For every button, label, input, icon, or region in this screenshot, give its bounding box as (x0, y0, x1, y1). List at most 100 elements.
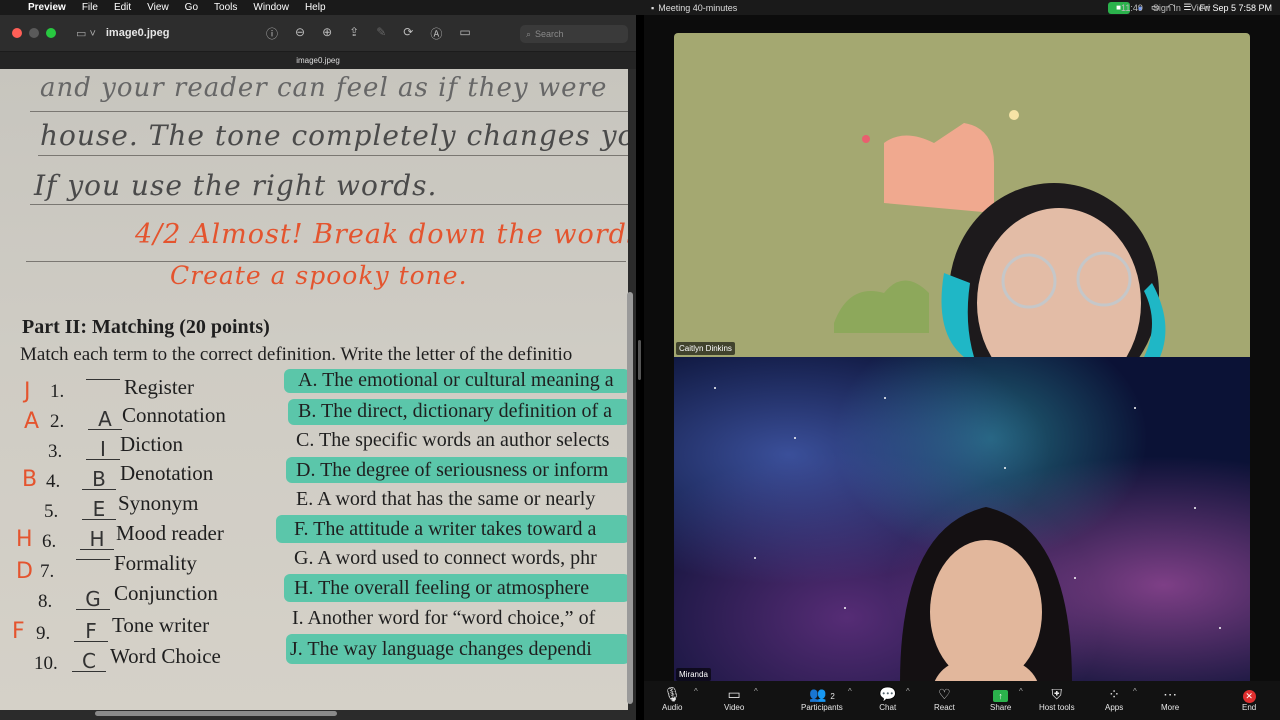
definition-c: C. The specific words an author selects (296, 429, 610, 451)
zoom-out-icon[interactable]: ⊖ (295, 25, 305, 42)
share-icon[interactable]: ⇪ (349, 25, 359, 42)
term-number-9: 9. (36, 623, 51, 644)
menu-window[interactable]: Window (253, 2, 289, 13)
menu-go[interactable]: Go (185, 2, 198, 13)
meeting-timer: 11:49 (1121, 2, 1143, 13)
term-4: Denotation (120, 461, 214, 485)
form-fill-icon[interactable]: ▭ (459, 25, 470, 42)
term-9: Tone writer (112, 613, 210, 637)
apps-options-caret[interactable]: ^ (1133, 687, 1137, 696)
menu-file[interactable]: File (82, 2, 98, 13)
zoom-in-icon[interactable]: ⊕ (322, 25, 332, 42)
handwriting-line-3: If you use the right words. (34, 169, 438, 202)
video-options-caret[interactable]: ^ (754, 687, 758, 696)
chat-button[interactable]: 💬 Chat (879, 685, 896, 712)
preview-window: ▭ ˅ image0.jpeg ⓘ ⊖ ⊕ ⇪ ✎ ⟳ Ⓐ ▭ ⌕ Search… (0, 15, 636, 720)
term-10: Word Choice (110, 644, 221, 668)
miranda-video-feed (900, 507, 1072, 683)
divider-handle[interactable] (638, 340, 641, 380)
term-number-4: 4. (46, 471, 61, 492)
host-tools-button[interactable]: ⛨ Host tools (1039, 685, 1075, 712)
participant-name-caitlyn: Caitlyn Dinkins (676, 342, 735, 355)
definition-g: G. A word used to connect words, phr (294, 547, 597, 569)
participants-icon: 👥 2 (809, 686, 835, 702)
meeting-title: Meeting 40-minutes (658, 2, 738, 13)
menu-help[interactable]: Help (305, 2, 326, 13)
answer-blank-2: A (88, 409, 122, 430)
menu-tools[interactable]: Tools (214, 2, 237, 13)
definition-i: I. Another word for “word choice,” of (292, 607, 596, 629)
answer-blank-4: B (82, 469, 116, 490)
document-tab[interactable]: image0.jpeg (0, 52, 636, 69)
video-tile-miranda[interactable]: Miranda (674, 357, 1250, 683)
share-label: Share (990, 703, 1012, 712)
more-icon: ⋯ (1163, 686, 1178, 702)
share-screen-icon: ↑ (990, 685, 1011, 703)
video-camera-icon: ▪ (651, 2, 655, 13)
share-button[interactable]: ↑ Share (990, 685, 1011, 712)
participants-options-caret[interactable]: ^ (848, 687, 852, 696)
video-label: Video (724, 703, 745, 712)
term-2: Connotation (122, 403, 226, 427)
sparkle-decoration (1009, 110, 1019, 120)
correction-9: F (12, 619, 25, 644)
zoom-meeting-window: Caitlyn Dinkins Miranda 🎙 Audio ^ ▭ Vide… (644, 15, 1280, 720)
more-button[interactable]: ⋯ More (1161, 685, 1179, 712)
answer-blank-10: C (72, 651, 106, 672)
menu-view[interactable]: View (147, 2, 169, 13)
info-icon[interactable]: ⓘ (266, 25, 278, 42)
answer-blank-9: F (74, 621, 108, 642)
video-button[interactable]: ▭ Video (724, 685, 744, 712)
correction-2: A (24, 409, 40, 434)
term-number-3: 3. (48, 441, 63, 462)
term-8: Conjunction (114, 581, 218, 605)
handwriting-line-2: house. The tone completely changes you (40, 119, 628, 152)
plant-illustration (834, 280, 929, 333)
participants-button[interactable]: 👥 2 Participants (801, 685, 843, 712)
minimize-button[interactable] (29, 28, 39, 38)
definition-h: H. The overall feeling or atmosphere (294, 577, 590, 599)
vertical-scrollbar[interactable] (627, 292, 633, 704)
rotate-icon[interactable]: ⟳ (403, 25, 413, 42)
term-5: Synonym (118, 491, 199, 515)
sign-in-link[interactable]: Sign In (1153, 3, 1181, 13)
chat-options-caret[interactable]: ^ (906, 687, 910, 696)
menu-edit[interactable]: Edit (114, 2, 131, 13)
teacher-note-1: 4/2 Almost! Break down the words mo (135, 219, 628, 250)
view-button[interactable]: View (1191, 3, 1210, 13)
search-field[interactable]: ⌕ Search (520, 25, 628, 43)
react-button[interactable]: ♡ React (934, 685, 955, 712)
end-icon: ✕ (1242, 685, 1256, 703)
share-options-caret[interactable]: ^ (1019, 687, 1023, 696)
close-button[interactable] (12, 28, 22, 38)
sidebar-toggle-icon[interactable]: ▭ ˅ (76, 27, 96, 40)
apps-button[interactable]: ⁘ Apps (1105, 685, 1123, 712)
definition-a: A. The emotional or cultural meaning a (298, 369, 614, 391)
audio-button[interactable]: 🎙 Audio (662, 685, 682, 712)
instructions: Match each term to the correct definitio… (20, 344, 573, 365)
markup-icon[interactable]: Ⓐ (430, 25, 442, 42)
definition-f: F. The attitude a writer takes toward a (294, 518, 597, 540)
markup-pen-icon[interactable]: ✎ (376, 25, 386, 42)
term-number-2: 2. (50, 411, 65, 432)
end-button[interactable]: ✕ End (1242, 685, 1256, 712)
term-number-8: 8. (38, 591, 53, 612)
search-placeholder: Search (535, 29, 564, 39)
ruled-line (30, 204, 628, 205)
audio-label: Audio (662, 703, 683, 712)
worksheet-photo: and your reader can feel as if they were… (0, 69, 628, 710)
zoom-button[interactable] (46, 28, 56, 38)
menu-app-name[interactable]: Preview (28, 2, 66, 13)
correction-6: H (16, 527, 33, 552)
end-label: End (1242, 703, 1257, 712)
caitlyn-video-feed (834, 110, 1166, 357)
answer-blank-5: E (82, 499, 116, 520)
horizontal-scrollbar[interactable] (95, 711, 337, 716)
video-tile-caitlyn[interactable]: Caitlyn Dinkins (674, 33, 1250, 357)
heart-decoration (862, 135, 870, 143)
participants-count: 2 (830, 692, 835, 701)
preview-tools: ⓘ ⊖ ⊕ ⇪ ✎ ⟳ Ⓐ ▭ (266, 25, 471, 42)
audio-options-caret[interactable]: ^ (694, 687, 698, 696)
react-label: React (934, 703, 955, 712)
participants-label: Participants (801, 703, 843, 712)
